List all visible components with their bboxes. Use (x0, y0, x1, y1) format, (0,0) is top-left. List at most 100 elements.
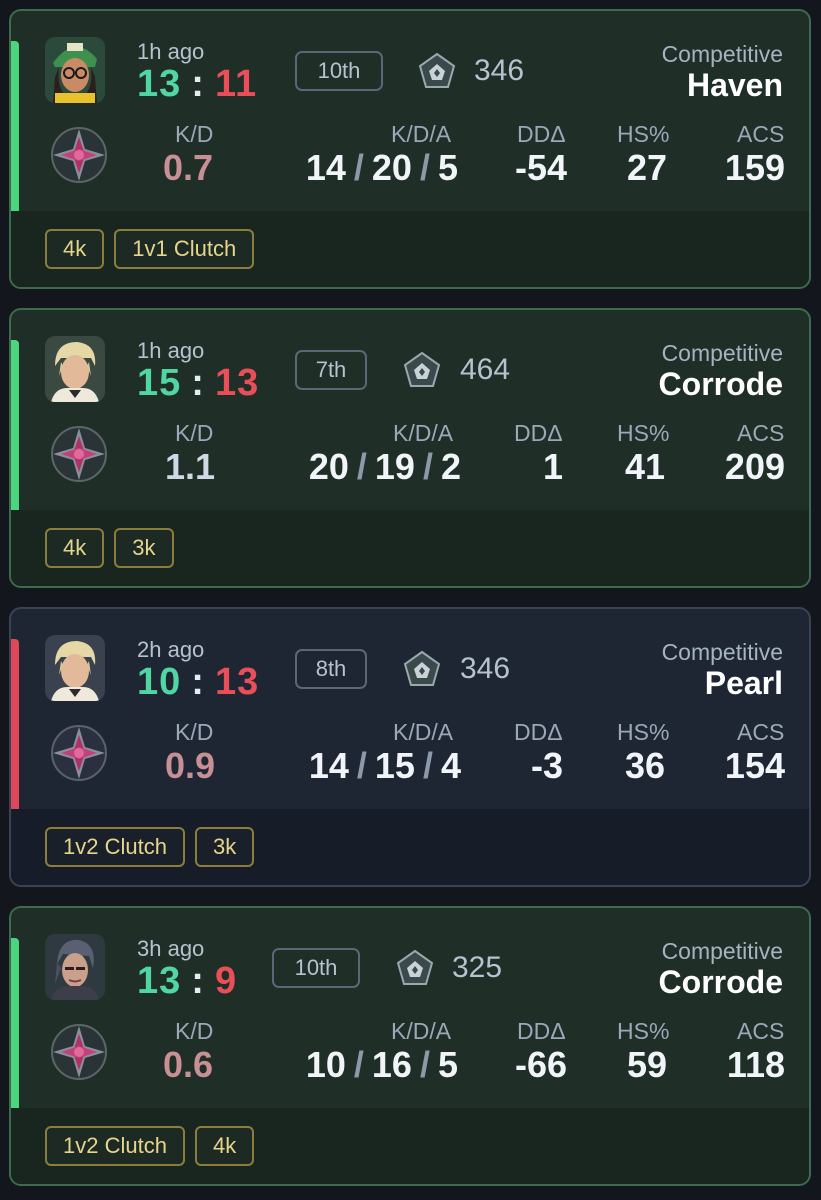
assists-value: 5 (437, 147, 458, 188)
game-mode: Competitive (661, 41, 783, 67)
agent-portrait-icon (45, 336, 105, 402)
rank-rating-value: 346 (460, 652, 511, 685)
highlight-tags: 1v2 Clutch 4k (45, 1126, 255, 1166)
highlight-tags: 4k 1v1 Clutch (45, 229, 255, 269)
rank-diamond-icon (51, 1024, 107, 1080)
kills-value: 14 (305, 147, 346, 188)
damage-delta-value: -3 (530, 745, 563, 786)
match-card[interactable]: 1h ago 15:13 7th 464 Competitive Corrode… (9, 308, 811, 588)
team-score: 13 (137, 63, 182, 105)
game-mode: Competitive (661, 639, 783, 665)
enemy-score: 11 (214, 63, 258, 105)
match-card[interactable]: 1h ago 13:11 10th 346 Competitive Haven … (9, 9, 811, 289)
kd-label: K/D (175, 420, 214, 446)
kda-label: K/D/A (393, 719, 454, 745)
kd-label: K/D (175, 1018, 214, 1044)
game-mode: Competitive (661, 938, 783, 964)
highlight-tag: 4k (194, 1126, 255, 1166)
game-mode: Competitive (661, 340, 783, 366)
enemy-score: 13 (214, 661, 260, 703)
acs-value: 159 (724, 147, 785, 188)
rank-diamond-icon (51, 426, 107, 482)
highlight-tag: 1v2 Clutch (45, 1126, 185, 1166)
highlight-tags: 4k 3k (45, 528, 174, 568)
headshot-value: 59 (626, 1044, 667, 1085)
kills-value: 20 (308, 446, 349, 487)
deaths-value: 16 (371, 1044, 412, 1085)
acs-label: ACS (737, 420, 785, 446)
headshot-label: HS% (617, 1018, 670, 1044)
placement-badge: 7th (295, 350, 367, 390)
team-score: 10 (137, 661, 182, 703)
match-score: 10:13 (137, 661, 260, 703)
team-score: 13 (137, 960, 182, 1002)
acs-label: ACS (737, 121, 785, 147)
kd-label: K/D (175, 719, 214, 745)
kd-value: 1.1 (165, 446, 216, 487)
match-time-ago: 1h ago (137, 338, 205, 363)
highlight-tags: 1v2 Clutch 3k (45, 827, 255, 867)
acs-label: ACS (737, 719, 785, 745)
rank-rating-value: 325 (452, 951, 503, 984)
kda-value: 10/16/5 (305, 1044, 458, 1085)
match-time-ago: 3h ago (137, 936, 205, 961)
kda-label: K/D/A (391, 1018, 452, 1044)
enemy-score: 13 (214, 362, 260, 404)
rank-rating-icon (403, 650, 441, 686)
acs-value: 118 (726, 1044, 785, 1085)
headshot-value: 27 (626, 147, 667, 188)
kda-value: 20/19/2 (308, 446, 461, 487)
damage-delta-label: DDΔ (517, 121, 566, 147)
headshot-value: 36 (624, 745, 665, 786)
highlight-tag: 1v1 Clutch (114, 229, 255, 269)
acs-value: 209 (724, 446, 785, 487)
headshot-label: HS% (617, 121, 670, 147)
match-score: 15:13 (137, 362, 260, 404)
highlight-tag: 4k (45, 229, 105, 269)
assists-value: 2 (440, 446, 461, 487)
headshot-label: HS% (617, 420, 670, 446)
kda-value: 14/15/4 (308, 745, 461, 786)
kda-label: K/D/A (391, 121, 452, 147)
damage-delta-value: -66 (514, 1044, 567, 1085)
rank-rating-icon (418, 52, 456, 88)
damage-delta-label: DDΔ (517, 1018, 566, 1044)
deaths-value: 19 (374, 446, 415, 487)
rank-rating-icon (403, 351, 441, 387)
damage-delta-label: DDΔ (514, 719, 563, 745)
match-card[interactable]: 3h ago 13:9 10th 325 Competitive Corrode… (9, 906, 811, 1186)
rank-rating-icon (396, 949, 434, 985)
match-time-ago: 1h ago (137, 39, 205, 64)
kd-value: 0.7 (163, 147, 214, 188)
rank-rating-value: 464 (460, 353, 511, 386)
deaths-value: 15 (374, 745, 415, 786)
map-name: Pearl (704, 665, 783, 701)
map-name: Corrode (658, 366, 783, 402)
rank-rating-value: 346 (474, 54, 525, 87)
agent-portrait-icon (45, 635, 105, 701)
headshot-label: HS% (617, 719, 670, 745)
damage-delta-value: -54 (514, 147, 567, 188)
placement-badge: 8th (295, 649, 367, 689)
rank-diamond-icon (51, 127, 107, 183)
map-name: Haven (686, 67, 783, 103)
enemy-score: 9 (214, 960, 238, 1002)
kills-value: 10 (305, 1044, 346, 1085)
kd-value: 0.6 (163, 1044, 214, 1085)
placement-badge: 10th (272, 948, 360, 988)
agent-portrait-icon (45, 934, 105, 1000)
acs-value: 154 (724, 745, 785, 786)
assists-value: 5 (437, 1044, 458, 1085)
damage-delta-label: DDΔ (514, 420, 563, 446)
kd-value: 0.9 (165, 745, 216, 786)
damage-delta-value: 1 (542, 446, 563, 487)
deaths-value: 20 (371, 147, 412, 188)
highlight-tag: 3k (194, 827, 255, 867)
match-card[interactable]: 2h ago 10:13 8th 346 Competitive Pearl K… (9, 607, 811, 887)
kills-value: 14 (308, 745, 349, 786)
kda-value: 14/20/5 (305, 147, 458, 188)
match-time-ago: 2h ago (137, 637, 205, 662)
map-name: Corrode (658, 964, 783, 1000)
highlight-tag: 4k (45, 528, 105, 568)
agent-portrait-icon (45, 37, 105, 103)
